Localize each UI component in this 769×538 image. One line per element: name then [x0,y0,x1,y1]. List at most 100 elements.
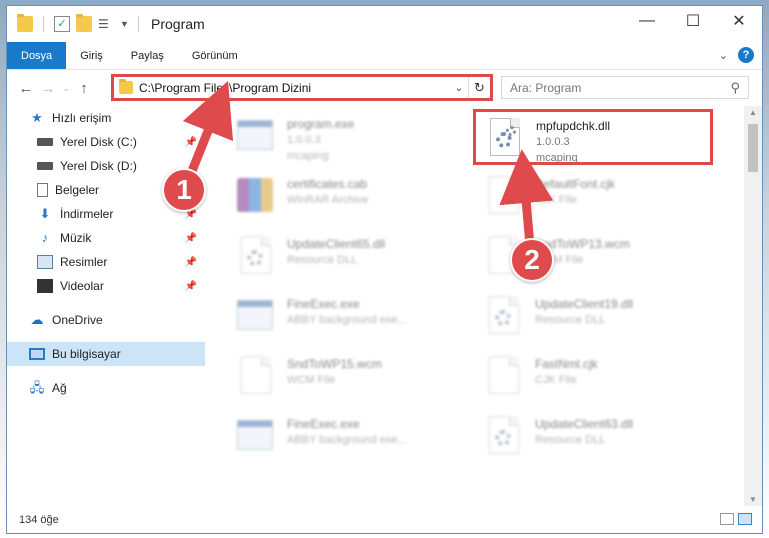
exe-file-icon [235,116,277,160]
dll-file-icon [484,118,526,162]
tab-share[interactable]: Paylaş [117,42,178,69]
sidebar-item-pictures[interactable]: Resimler 📌 [7,250,205,274]
scrollbar-thumb[interactable] [748,124,758,172]
sidebar-item-network[interactable]: 🖧 Ağ [7,376,205,400]
tiles-view-icon[interactable] [738,513,752,525]
navigation-bar: ← → ⌄ ↑ C:\Program Files\Program Dizini … [7,70,762,106]
file-type: WinRAR Archive [287,194,369,206]
quick-access-toolbar: ✓ ☰ ▼ [7,14,143,32]
scroll-down-icon[interactable]: ▼ [744,495,762,504]
customize-icon[interactable]: ☰ [98,16,114,32]
video-icon [37,279,53,293]
file-item[interactable]: SndToWP13.wcm WCM File [469,230,709,286]
file-item[interactable]: FastNml.cjk CJK File [469,350,709,406]
explorer-window: ✓ ☰ ▼ Program — ☐ ✕ Dosya Giriş Paylaş G… [6,5,763,534]
file-name: FastNml.cjk [535,357,598,371]
title-bar: ✓ ☰ ▼ Program — ☐ ✕ [7,6,762,42]
pictures-icon [37,255,53,269]
file-item[interactable]: FineExec.exe ABBY background exe... [221,290,461,346]
sidebar-item-label: Yerel Disk (C:) [60,135,137,149]
exe-file-icon [235,416,277,460]
properties-icon[interactable]: ✓ [54,16,70,32]
pin-icon[interactable]: 📌 [185,257,197,268]
item-count: 134 öğe [19,514,59,526]
search-box[interactable]: Ara: Program ⚲ [501,76,749,99]
file-name: program.exe [287,117,355,131]
details-view-icon[interactable] [720,513,734,525]
tab-home[interactable]: Giriş [66,42,117,69]
file-type: ABBY background exe... [287,434,407,446]
dll-file-icon [483,296,525,340]
address-bar[interactable]: C:\Program Files\Program Dizini ⌄ ↻ [111,74,493,101]
sidebar-item-local-disk-c[interactable]: Yerel Disk (C:) 📌 [7,130,205,154]
sidebar-item-label: Hızlı erişim [52,111,112,125]
file-item[interactable]: UpdateClient63.dll Resource DLL [469,410,709,466]
vertical-scrollbar[interactable]: ▲ ▼ [744,106,762,506]
file-name: mpfupdchk.dll [536,119,611,133]
generic-file-icon [235,356,277,400]
drive-icon [37,162,53,170]
help-icon[interactable]: ? [738,47,754,63]
file-item[interactable]: certificates.cab WinRAR Archive [221,170,461,226]
ribbon-tabs: Dosya Giriş Paylaş Görünüm ⌄ ? [7,42,762,70]
exe-file-icon [235,296,277,340]
up-button[interactable]: ↑ [73,80,95,97]
search-icon[interactable]: ⚲ [730,80,740,96]
tab-file[interactable]: Dosya [7,42,67,69]
file-type: CJK File [535,374,577,386]
document-icon [37,183,48,197]
file-type: Resource DLL [535,434,606,446]
new-folder-icon[interactable] [76,14,92,32]
sidebar-item-quick-access[interactable]: ★ Hızlı erişim [7,106,205,130]
file-item[interactable]: UpdateClient19.dll Resource DLL [469,290,709,346]
file-item[interactable]: DefaultFont.cjk CJK File [469,170,709,226]
chevron-down-icon[interactable]: ▼ [120,16,129,32]
file-name: UpdateClient65.dll [287,237,386,251]
pin-icon[interactable]: 📌 [185,233,197,244]
address-path[interactable]: C:\Program Files\Program Dizini [139,81,450,95]
sidebar-item-music[interactable]: ♪ Müzik 📌 [7,226,205,250]
file-type: Resource DLL [287,254,358,266]
maximize-button[interactable]: ☐ [670,6,716,36]
file-name: FineExec.exe [287,417,360,431]
tab-view[interactable]: Görünüm [178,42,252,69]
scroll-up-icon[interactable]: ▲ [744,108,762,117]
minimize-button[interactable]: — [624,6,670,36]
sidebar-item-label: İndirmeler [60,207,114,221]
view-toggle [720,513,752,525]
file-version: 1.0.0.3 [287,134,321,146]
file-item[interactable]: UpdateClient65.dll Resource DLL [221,230,461,286]
file-item-highlighted[interactable]: mpfupdchk.dll 1.0.0.3 mcaping [473,109,713,165]
file-item[interactable]: SndToWP15.wcm WCM File [221,350,461,406]
search-input[interactable]: Ara: Program [510,81,581,95]
expand-ribbon-icon[interactable]: ⌄ [719,49,728,62]
step-badge-2: 2 [510,238,554,282]
divider [138,16,139,32]
file-item[interactable]: program.exe 1.0.0.3 mcaping [221,110,461,166]
download-icon: ⬇ [39,206,51,221]
pin-icon[interactable]: 📌 [185,137,197,148]
sidebar-item-videos[interactable]: Videolar 📌 [7,274,205,298]
sidebar-item-onedrive[interactable]: ☁ OneDrive [7,308,205,332]
folder-icon [119,79,133,94]
back-button[interactable]: ← [15,80,37,97]
sidebar-item-label: Belgeler [55,183,100,197]
recent-locations-icon[interactable]: ⌄ [59,83,73,94]
refresh-button[interactable]: ↻ [468,77,490,98]
close-button[interactable]: ✕ [716,6,762,36]
sidebar-item-label: Bu bilgisayar [52,347,121,361]
star-icon: ★ [31,110,43,125]
sidebar-item-label: Yerel Disk (D:) [60,159,137,173]
sidebar-item-label: Videolar [60,279,104,293]
sidebar-item-this-pc[interactable]: Bu bilgisayar [7,342,205,366]
ribbon-controls: ⌄ ? [719,47,754,63]
window-title: Program [151,16,205,32]
file-item[interactable]: FineExec.exe ABBY background exe... [221,410,461,466]
forward-button[interactable]: → [37,80,59,97]
chevron-down-icon[interactable]: ⌄ [450,81,468,94]
pin-icon[interactable]: 📌 [185,281,197,292]
file-type: WCM File [287,374,336,386]
dll-file-icon [235,236,277,280]
